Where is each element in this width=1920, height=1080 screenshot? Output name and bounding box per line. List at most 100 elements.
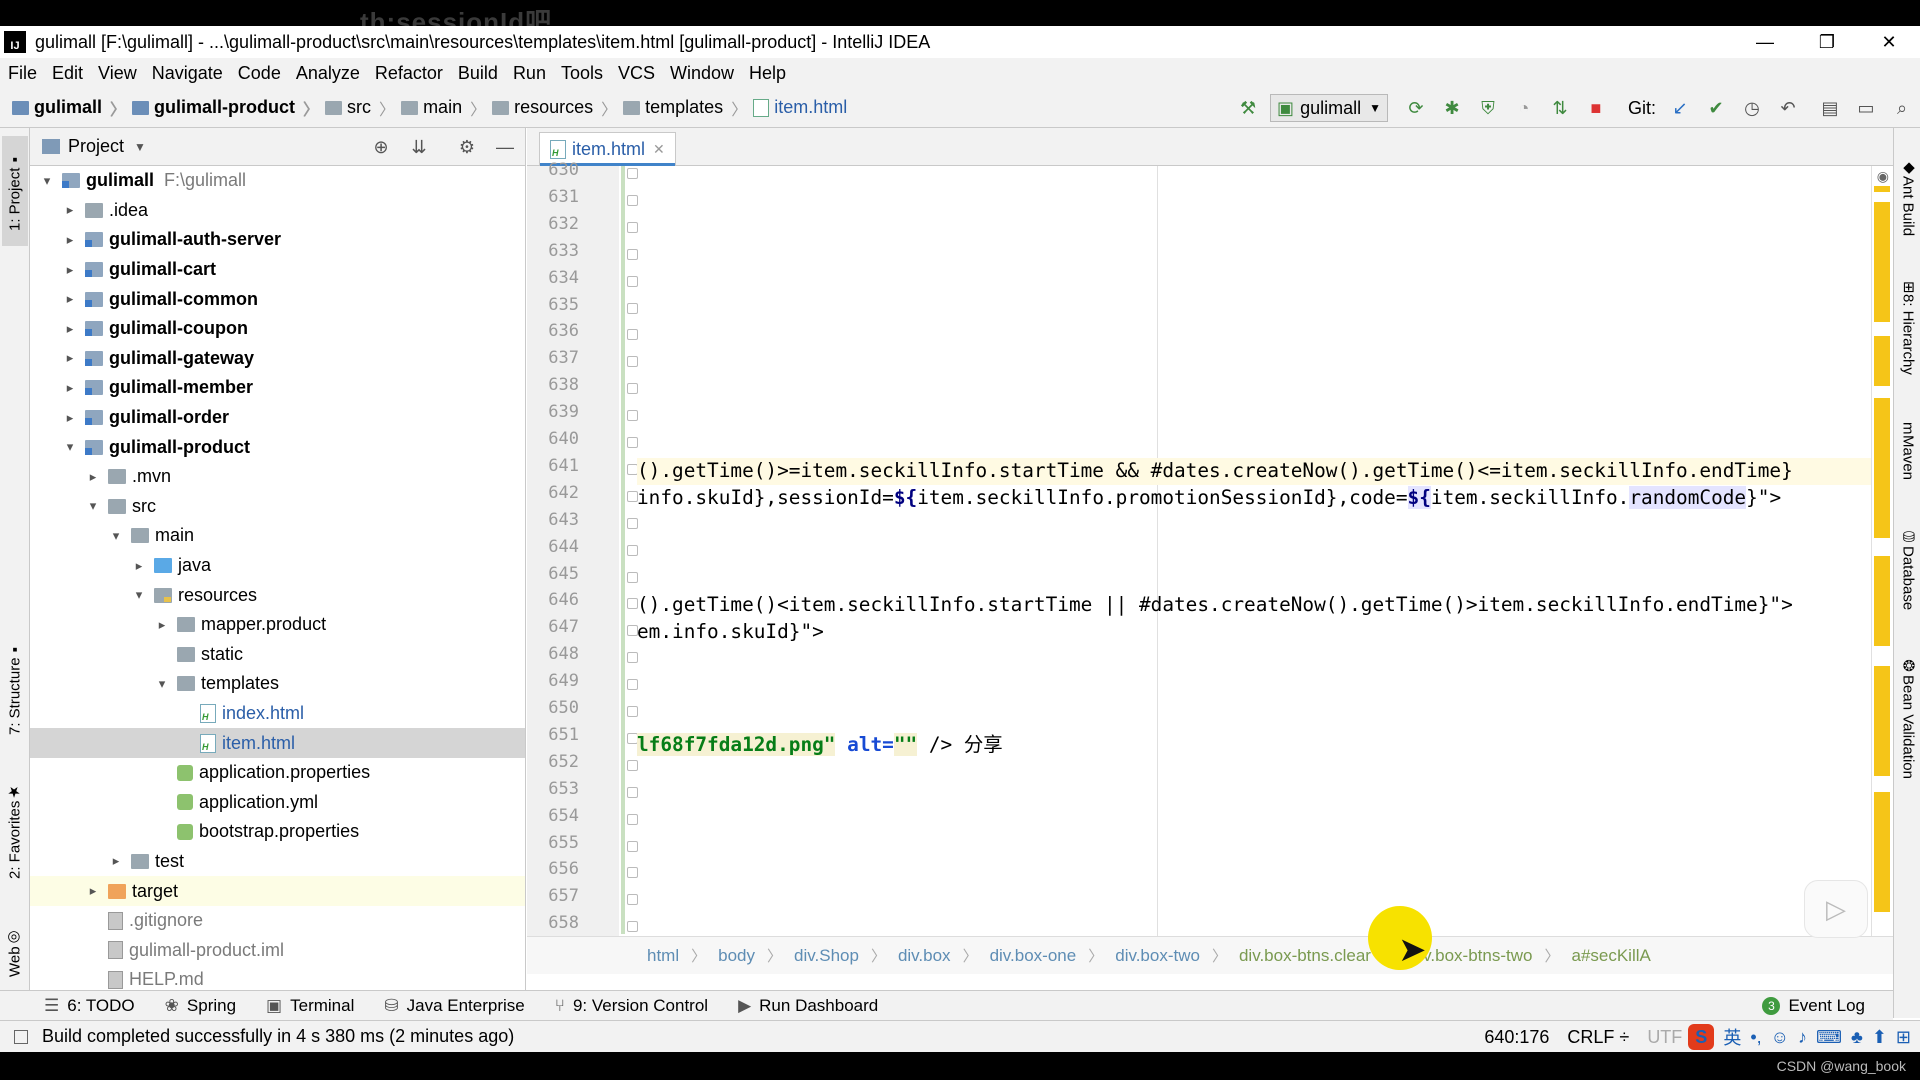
video-play-icon[interactable]: ▷ xyxy=(1804,880,1868,938)
tree-item-gitignore[interactable]: .gitignore xyxy=(30,906,525,936)
git-rollback-icon[interactable]: ↶ xyxy=(1776,96,1800,120)
tool-tab-hierarchy[interactable]: ⊞ 8: Hierarchy xyxy=(1896,268,1920,388)
chevron-right-icon[interactable]: ▸ xyxy=(63,321,77,337)
skin-icon[interactable]: ♣ xyxy=(1851,1027,1863,1048)
chevron-right-icon[interactable]: ▸ xyxy=(63,410,77,426)
close-tab-icon[interactable]: ✕ xyxy=(653,141,665,158)
caret-position[interactable]: 640:176 xyxy=(1484,1027,1549,1048)
tree-item-templates[interactable]: ▾ templates xyxy=(30,669,525,699)
chevron-down-icon[interactable]: ▾ xyxy=(155,676,169,692)
tree-item-static[interactable]: static xyxy=(30,640,525,670)
editor-breadcrumb-item[interactable]: body xyxy=(718,946,755,966)
menu-tools[interactable]: Tools xyxy=(561,63,603,84)
bottom-tab-6-todo[interactable]: ☰ 6: TODO xyxy=(44,996,135,1016)
tree-item-gulimall-product-iml[interactable]: gulimall-product.iml xyxy=(30,935,525,965)
tshirt-icon[interactable]: ⬆ xyxy=(1872,1027,1887,1048)
editor-breadcrumb-item[interactable]: div.box-two xyxy=(1115,946,1200,966)
bottom-tab-run-dashboard[interactable]: ▶ Run Dashboard xyxy=(738,996,878,1016)
tree-item-gulimall-auth-server[interactable]: ▸ gulimall-auth-server xyxy=(30,225,525,255)
crumb-item-html[interactable]: item.html xyxy=(753,97,847,118)
line-separator[interactable]: CRLF ÷ xyxy=(1567,1027,1629,1048)
close-button[interactable]: ✕ xyxy=(1858,26,1920,58)
crumb-templates[interactable]: templates 〉 xyxy=(623,96,747,120)
tree-item-gulimall-order[interactable]: ▸ gulimall-order xyxy=(30,403,525,433)
chevron-right-icon[interactable]: ▸ xyxy=(63,202,77,218)
project-structure-icon[interactable]: ▤ xyxy=(1818,96,1842,120)
emoji-icon[interactable]: ☺ xyxy=(1771,1027,1789,1048)
tool-tab-bean-validation[interactable]: ❂ Bean Validation xyxy=(1896,638,1920,798)
chevron-right-icon[interactable]: ▸ xyxy=(63,232,77,248)
tree-item-main[interactable]: ▾ main xyxy=(30,521,525,551)
bottom-tab-java-enterprise[interactable]: ⛁ Java Enterprise xyxy=(384,996,524,1016)
microphone-icon[interactable]: ♪ xyxy=(1798,1027,1807,1048)
editor-breadcrumb-item[interactable]: div.Shop xyxy=(794,946,859,966)
tree-item-index-html[interactable]: index.html xyxy=(30,699,525,729)
tree-item-gulimall-coupon[interactable]: ▸ gulimall-coupon xyxy=(30,314,525,344)
editor-breadcrumb-item[interactable]: html xyxy=(647,946,679,966)
bottom-tab-spring[interactable]: ❀ Spring xyxy=(165,996,236,1016)
crumb-gulimall-product[interactable]: gulimall-product 〉 xyxy=(132,96,319,120)
chevron-down-icon[interactable]: ▼ xyxy=(134,140,146,154)
tree-item-application-yml[interactable]: application.yml xyxy=(30,787,525,817)
eye-icon[interactable]: ◉ xyxy=(1877,168,1889,185)
tree-item-help-md[interactable]: HELP.md xyxy=(30,965,525,990)
chevron-right-icon[interactable]: ▸ xyxy=(155,617,169,633)
tree-item-gulimall-product[interactable]: ▾ gulimall-product xyxy=(30,432,525,462)
coverage-icon[interactable]: ⛨ xyxy=(1476,96,1500,120)
ime-language[interactable]: 英 xyxy=(1723,1024,1741,1050)
crumb-src[interactable]: src 〉 xyxy=(325,96,395,120)
chevron-right-icon[interactable]: ▸ xyxy=(63,380,77,396)
tool-tab-database[interactable]: ⛁ Database xyxy=(1896,514,1920,624)
code-view[interactable]: ().getTime()>=item.seckillInfo.startTime… xyxy=(637,166,1893,936)
punctuation-icon[interactable]: •, xyxy=(1750,1027,1761,1048)
editor-breadcrumb-item[interactable]: div.box-btns.clear xyxy=(1239,946,1371,966)
hide-panel-icon[interactable]: — xyxy=(493,137,517,158)
update-app-icon[interactable]: ⇅ xyxy=(1548,96,1572,120)
crumb-resources[interactable]: resources 〉 xyxy=(492,96,617,120)
tool-tab-favorites[interactable]: 2: Favorites ★ xyxy=(2,776,28,886)
tree-item-gulimall-gateway[interactable]: ▸ gulimall-gateway xyxy=(30,344,525,374)
chevron-right-icon[interactable]: ▸ xyxy=(63,291,77,307)
tree-item-item-html[interactable]: item.html xyxy=(30,728,525,758)
editor-breadcrumb-item[interactable]: div.box-one xyxy=(990,946,1077,966)
menu-run[interactable]: Run xyxy=(513,63,546,84)
chevron-down-icon[interactable]: ▾ xyxy=(40,173,54,189)
build-hammer-icon[interactable]: ⚒ xyxy=(1236,96,1260,120)
menu-view[interactable]: View xyxy=(98,63,137,84)
menu-window[interactable]: Window xyxy=(670,63,734,84)
tool-tab-project[interactable]: 1: Project ▪ xyxy=(2,136,28,246)
search-icon[interactable]: ⌕ xyxy=(1890,96,1914,120)
tree-item-resources[interactable]: ▾ resources xyxy=(30,580,525,610)
presentation-icon[interactable]: ▭ xyxy=(1854,96,1878,120)
tree-item-target[interactable]: ▸ target xyxy=(30,876,525,906)
menu-vcs[interactable]: VCS xyxy=(618,63,655,84)
debug-bug-icon[interactable]: ✱ xyxy=(1440,96,1464,120)
file-encoding[interactable]: UTF xyxy=(1647,1027,1682,1048)
tree-item-mvn[interactable]: ▸ .mvn xyxy=(30,462,525,492)
chevron-right-icon[interactable]: ▸ xyxy=(109,853,123,869)
chevron-right-icon[interactable]: ▸ xyxy=(86,469,100,485)
tree-item-idea[interactable]: ▸ .idea xyxy=(30,196,525,226)
gear-icon[interactable]: ⚙ xyxy=(455,137,479,158)
menu-build[interactable]: Build xyxy=(458,63,498,84)
chevron-right-icon[interactable]: ▸ xyxy=(86,883,100,899)
chevron-down-icon[interactable]: ▾ xyxy=(63,439,77,455)
menu-file[interactable]: File xyxy=(8,63,37,84)
tool-tab-ant-build[interactable]: ◆ Ant Build xyxy=(1896,142,1920,252)
crumb-gulimall[interactable]: gulimall 〉 xyxy=(12,96,126,120)
chevron-right-icon[interactable]: ▸ xyxy=(63,350,77,366)
restore-button[interactable]: ❐ xyxy=(1796,26,1858,58)
tree-item-gulimall-common[interactable]: ▸ gulimall-common xyxy=(30,284,525,314)
keyboard-icon[interactable]: ⌨ xyxy=(1816,1027,1842,1048)
git-update-icon[interactable]: ↙ xyxy=(1668,96,1692,120)
toggle-tool-windows-icon[interactable] xyxy=(14,1029,28,1044)
menu-refactor[interactable]: Refactor xyxy=(375,63,443,84)
tree-item-java[interactable]: ▸ java xyxy=(30,551,525,581)
collapse-all-icon[interactable]: ⇊ xyxy=(407,137,431,158)
event-log-button[interactable]: 3 Event Log xyxy=(1762,991,1865,1021)
run-configuration-select[interactable]: ▣ gulimall ▼ xyxy=(1270,94,1388,122)
locate-file-icon[interactable]: ⊕ xyxy=(369,137,393,158)
chevron-down-icon[interactable]: ▾ xyxy=(132,587,146,603)
error-stripe[interactable]: ◉ xyxy=(1871,166,1893,936)
editor-breadcrumb-item[interactable]: a#secKillA xyxy=(1571,946,1650,966)
